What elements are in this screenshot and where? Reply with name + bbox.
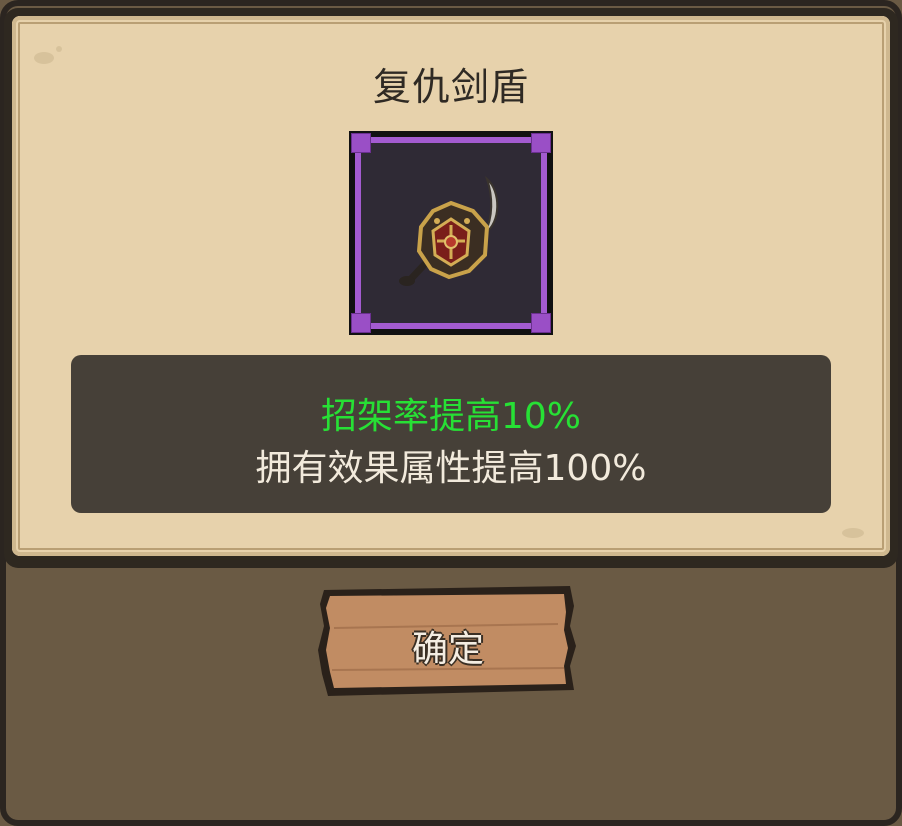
item-info-panel: 复仇剑盾 招架率提高10% 拥有效果属性提高100% — [4, 8, 898, 568]
sword-shield-icon — [399, 175, 499, 286]
effect-owned-bonus: 拥有效果属性提高100% — [255, 448, 647, 489]
effect-parry-rate: 招架率提高10% — [320, 396, 582, 437]
parchment-stain — [842, 528, 864, 538]
wooden-plank-icon — [318, 586, 576, 696]
item-title: 复仇剑盾 — [372, 65, 529, 109]
item-icon-frame — [349, 131, 553, 335]
confirm-button[interactable]: 确定 — [318, 586, 578, 698]
effect-description-box: 招架率提高10% 拥有效果属性提高100% — [71, 355, 831, 513]
game-dialog: 复仇剑盾 招架率提高10% 拥有效果属性提高100% 确定 — [0, 0, 902, 826]
parchment-stain — [56, 46, 62, 52]
